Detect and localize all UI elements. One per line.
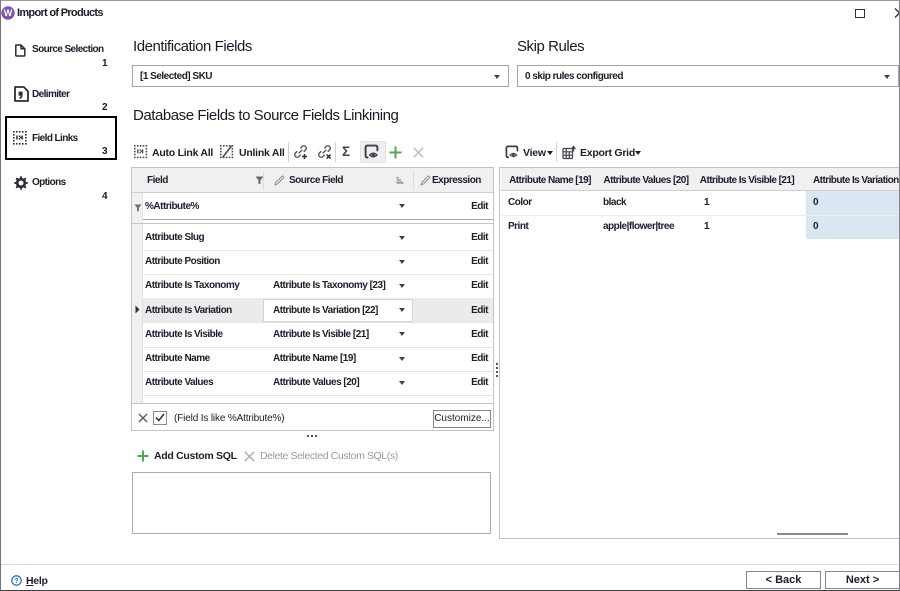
svg-text:?: ? <box>14 578 18 585</box>
svg-text:W: W <box>4 8 13 18</box>
